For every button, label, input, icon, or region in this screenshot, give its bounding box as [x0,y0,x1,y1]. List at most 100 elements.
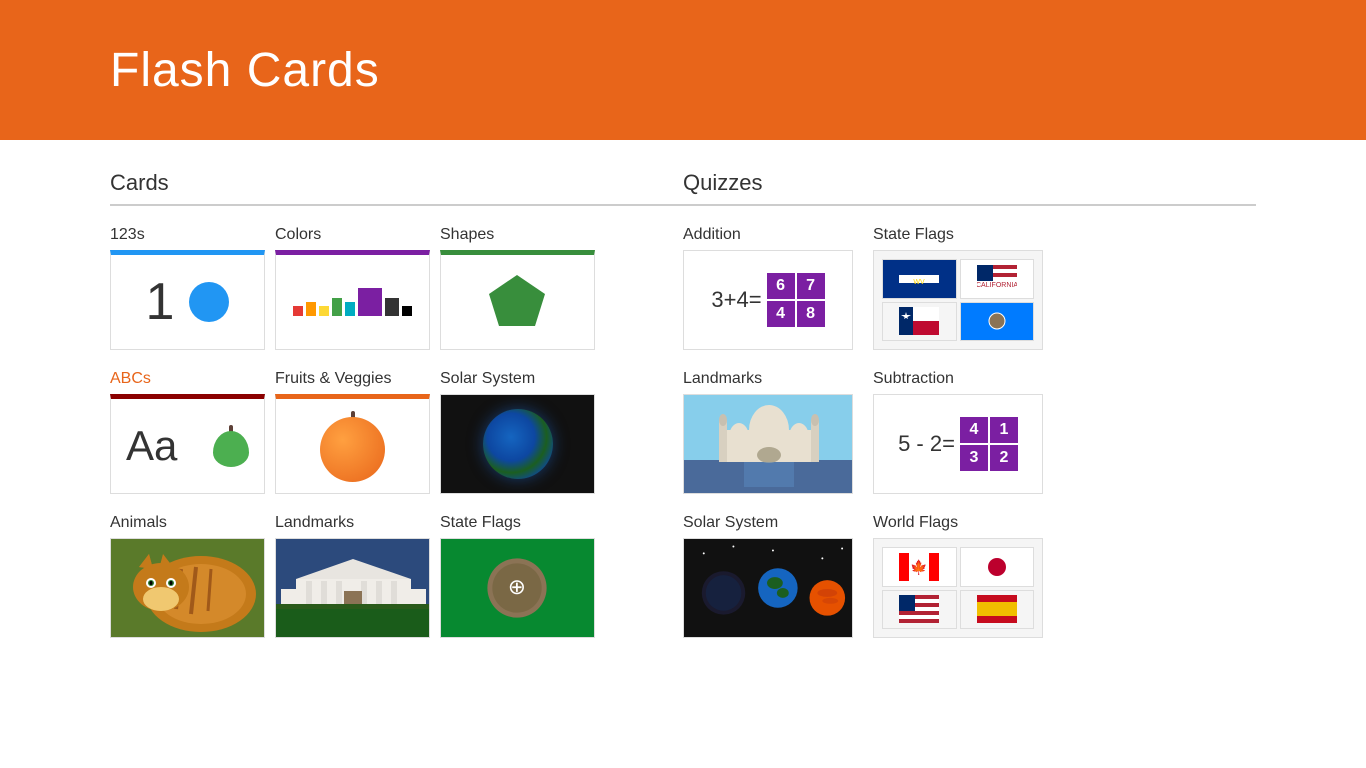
cs-dark [385,298,399,316]
cs-yellow [319,306,329,316]
card-thumb-landmarks[interactable] [275,538,430,638]
sub-answer-4: 4 [960,417,988,443]
flag-cell-tx [882,302,957,342]
cards-grid: 123s 1 Colors [110,226,683,658]
solar-quiz-icon [684,538,852,638]
quiz-item-addition[interactable]: Addition 3+4= 6 7 4 8 [683,226,853,350]
card-item-shapes[interactable]: Shapes [440,226,595,350]
quiz-label-subtraction: Subtraction [873,370,1043,388]
sub-answer-1: 1 [990,417,1018,443]
header: Flash Cards [0,0,1366,140]
quiz-label-stateflags: State Flags [873,226,1043,244]
svg-text:WV: WV [914,279,926,286]
cs-red [293,306,303,316]
card-item-animals[interactable]: Animals [110,514,265,638]
cards-section: Cards 123s 1 Colors [110,170,683,658]
svg-text:🍁: 🍁 [911,559,928,576]
quiz-label-solar: Solar System [683,514,853,532]
quiz-thumb-worldflags[interactable]: 🍁 [873,538,1043,638]
subtraction-equation: 5 - 2= [898,431,955,457]
card-thumb-animals[interactable] [110,538,265,638]
quiz-thumb-landmarks[interactable] [683,394,853,494]
flag-canada: 🍁 [882,547,957,587]
card-label-colors: Colors [275,226,430,244]
card-thumb-colors[interactable] [275,250,430,350]
quiz-thumb-addition[interactable]: 3+4= 6 7 4 8 [683,250,853,350]
earth-visual [483,409,553,479]
card-item-solar[interactable]: Solar System [440,370,595,494]
quizzes-section-title: Quizzes [683,170,1256,196]
answer-7: 7 [797,273,825,299]
svg-text:CALIFORNIA: CALIFORNIA [977,282,1017,289]
card-thumb-stateflags[interactable]: ⊕ [440,538,595,638]
app-title: Flash Cards [110,43,380,98]
cards-divider [110,204,683,206]
card-item-123s[interactable]: 123s 1 [110,226,265,350]
quiz-item-stateflags[interactable]: State Flags WV CALIFORNIA [873,226,1043,350]
landmarks-quiz-icon [684,395,853,494]
quiz-thumb-subtraction[interactable]: 5 - 2= 4 1 3 2 [873,394,1043,494]
card-item-stateflags[interactable]: State Flags ⊕ [440,514,595,638]
cs-green [332,298,342,316]
quiz-label-landmarks: Landmarks [683,370,853,388]
card-thumb-shapes[interactable] [440,250,595,350]
sub-answer-2: 2 [990,445,1018,471]
cs-black [402,306,412,316]
orange-fruit-icon [320,411,385,482]
blue-circle [189,282,229,322]
card-label-abcs: ABCs [110,370,265,388]
sub-answer-3: 3 [960,445,988,471]
subtraction-answer-grid: 4 1 3 2 [960,417,1018,471]
card-label-123s: 123s [110,226,265,244]
quizzes-section: Quizzes Addition 3+4= 6 7 4 8 [683,170,1256,658]
card-label-animals: Animals [110,514,265,532]
quiz-thumb-solar[interactable] [683,538,853,638]
card-label-solar: Solar System [440,370,595,388]
svg-text:⊕: ⊕ [508,574,526,599]
card-thumb-fruits[interactable] [275,394,430,494]
quiz-item-subtraction[interactable]: Subtraction 5 - 2= 4 1 3 2 [873,370,1043,494]
apple-icon [213,425,249,467]
quiz-item-landmarks[interactable]: Landmarks [683,370,853,494]
cs-teal [345,302,355,316]
card-thumb-abcs[interactable]: Aa [110,394,265,494]
card-item-abcs[interactable]: ABCs Aa [110,370,265,494]
tiger-icon [111,539,265,638]
card-item-fruits[interactable]: Fruits & Veggies [275,370,430,494]
flag-spain [960,590,1035,630]
quizzes-divider [683,204,1256,206]
color-squares-row [293,288,412,316]
quiz-item-solar[interactable]: Solar System [683,514,853,638]
card-item-landmarks[interactable]: Landmarks [275,514,430,638]
flag-japan [960,547,1035,587]
card-label-stateflags: State Flags [440,514,595,532]
flag-cell-ok [960,302,1035,342]
card-thumb-solar[interactable] [440,394,595,494]
addition-equation: 3+4= [711,287,761,313]
cards-section-title: Cards [110,170,683,196]
quiz-label-addition: Addition [683,226,853,244]
card-label-shapes: Shapes [440,226,595,244]
card-thumb-123s[interactable]: 1 [110,250,265,350]
quiz-item-worldflags[interactable]: World Flags 🍁 [873,514,1043,638]
card-label-landmarks: Landmarks [275,514,430,532]
flag-cell-ca: CALIFORNIA [960,259,1035,299]
wa-flag-icon: ⊕ [441,538,594,638]
cs-orange [306,302,316,316]
cs-purple [358,288,382,316]
flag-usa [882,590,957,630]
answer-8: 8 [797,301,825,327]
card-item-colors[interactable]: Colors [275,226,430,350]
card-label-fruits: Fruits & Veggies [275,370,430,388]
quiz-label-worldflags: World Flags [873,514,1043,532]
number-one: 1 [146,276,175,328]
whitehouse-icon [276,539,430,638]
content-area: Cards 123s 1 Colors [0,140,1366,688]
app-container: Flash Cards Cards 123s 1 Colors [0,0,1366,688]
answer-4: 4 [767,301,795,327]
flag-cell-wv: WV [882,259,957,299]
quiz-thumb-stateflags[interactable]: WV CALIFORNIA [873,250,1043,350]
addition-answer-grid: 6 7 4 8 [767,273,825,327]
aa-text: Aa [126,422,177,470]
answer-6: 6 [767,273,795,299]
